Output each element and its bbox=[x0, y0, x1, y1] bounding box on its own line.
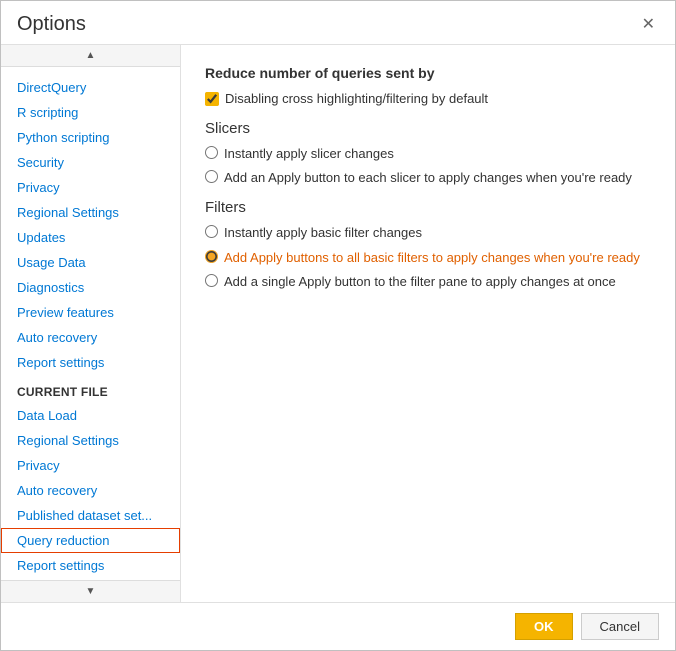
cancel-button[interactable]: Cancel bbox=[581, 613, 659, 640]
main-content: Reduce number of queries sent by Disabli… bbox=[181, 45, 675, 602]
filter-option-1-label: Instantly apply basic filter changes bbox=[224, 224, 422, 242]
filter-option-2-row: Add Apply buttons to all basic filters t… bbox=[205, 249, 651, 267]
close-button[interactable]: ✕ bbox=[638, 15, 659, 35]
sidebar-item-report-settings[interactable]: Report settings bbox=[1, 350, 180, 375]
filter-option-3-row: Add a single Apply button to the filter … bbox=[205, 273, 651, 291]
current-file-header: CURRENT FILE bbox=[1, 375, 180, 403]
sidebar: ▲ DirectQueryR scriptingPython scripting… bbox=[1, 45, 181, 602]
sidebar-item-updates[interactable]: Updates bbox=[1, 225, 180, 250]
slicers-title: Slicers bbox=[205, 120, 651, 137]
cross-highlighting-checkbox[interactable] bbox=[205, 92, 219, 106]
filter-option-1-row: Instantly apply basic filter changes bbox=[205, 224, 651, 242]
slicer-option-1-row: Instantly apply slicer changes bbox=[205, 145, 651, 163]
sidebar-item-cf-privacy[interactable]: Privacy bbox=[1, 453, 180, 478]
slicer-option-2-label: Add an Apply button to each slicer to ap… bbox=[224, 169, 632, 187]
sidebar-item-directquery[interactable]: DirectQuery bbox=[1, 75, 180, 100]
sidebar-item-privacy[interactable]: Privacy bbox=[1, 175, 180, 200]
dialog-title: Options bbox=[17, 13, 86, 36]
sidebar-item-cf-auto-recovery[interactable]: Auto recovery bbox=[1, 478, 180, 503]
filters-title: Filters bbox=[205, 199, 651, 216]
sidebar-item-cf-report-settings[interactable]: Report settings bbox=[1, 553, 180, 578]
slicers-group: Instantly apply slicer changes Add an Ap… bbox=[205, 145, 651, 187]
filter-option-1-radio[interactable] bbox=[205, 225, 218, 238]
main-heading: Reduce number of queries sent by bbox=[205, 65, 651, 81]
slicer-option-2-radio[interactable] bbox=[205, 170, 218, 183]
sidebar-item-cf-regional-settings[interactable]: Regional Settings bbox=[1, 428, 180, 453]
sidebar-item-r-scripting[interactable]: R scripting bbox=[1, 100, 180, 125]
sidebar-item-published-dataset[interactable]: Published dataset set... bbox=[1, 503, 180, 528]
sidebar-content: DirectQueryR scriptingPython scriptingSe… bbox=[1, 67, 180, 580]
cross-highlighting-row: Disabling cross highlighting/filtering b… bbox=[205, 91, 651, 106]
sidebar-item-usage-data[interactable]: Usage Data bbox=[1, 250, 180, 275]
sidebar-current-file-section: Data LoadRegional SettingsPrivacyAuto re… bbox=[1, 403, 180, 578]
dialog-footer: OK Cancel bbox=[1, 602, 675, 650]
sidebar-global-section: DirectQueryR scriptingPython scriptingSe… bbox=[1, 75, 180, 375]
filter-option-2-radio[interactable] bbox=[205, 250, 218, 263]
sidebar-item-preview-features[interactable]: Preview features bbox=[1, 300, 180, 325]
title-bar: Options ✕ bbox=[1, 1, 675, 44]
options-dialog: Options ✕ ▲ DirectQueryR scriptingPython… bbox=[0, 0, 676, 651]
cross-highlighting-label: Disabling cross highlighting/filtering b… bbox=[225, 91, 488, 106]
filter-option-3-radio[interactable] bbox=[205, 274, 218, 287]
filter-option-3-label: Add a single Apply button to the filter … bbox=[224, 273, 616, 291]
slicer-option-1-radio[interactable] bbox=[205, 146, 218, 159]
sidebar-item-query-reduction[interactable]: Query reduction bbox=[1, 528, 180, 553]
dialog-body: ▲ DirectQueryR scriptingPython scripting… bbox=[1, 44, 675, 602]
sidebar-item-security[interactable]: Security bbox=[1, 150, 180, 175]
sidebar-item-auto-recovery[interactable]: Auto recovery bbox=[1, 325, 180, 350]
filter-option-2-label: Add Apply buttons to all basic filters t… bbox=[224, 249, 640, 267]
sidebar-item-python-scripting[interactable]: Python scripting bbox=[1, 125, 180, 150]
ok-button[interactable]: OK bbox=[515, 613, 573, 640]
scroll-down-arrow[interactable]: ▼ bbox=[1, 580, 180, 602]
slicer-option-1-label: Instantly apply slicer changes bbox=[224, 145, 394, 163]
sidebar-item-data-load[interactable]: Data Load bbox=[1, 403, 180, 428]
sidebar-item-diagnostics[interactable]: Diagnostics bbox=[1, 275, 180, 300]
filters-group: Instantly apply basic filter changes Add… bbox=[205, 224, 651, 291]
slicer-option-2-row: Add an Apply button to each slicer to ap… bbox=[205, 169, 651, 187]
sidebar-item-regional-settings[interactable]: Regional Settings bbox=[1, 200, 180, 225]
scroll-up-arrow[interactable]: ▲ bbox=[1, 45, 180, 67]
